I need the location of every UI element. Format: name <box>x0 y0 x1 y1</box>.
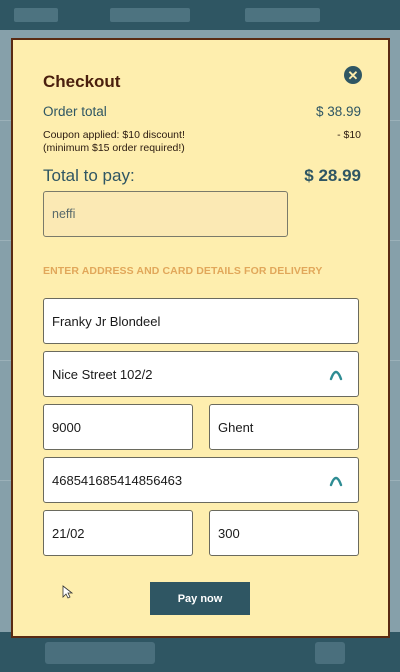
cvc-field[interactable] <box>209 510 359 556</box>
checkout-modal: Checkout ✕ Order total $ 38.99 Coupon ap… <box>11 38 390 638</box>
background-tab <box>245 8 320 22</box>
coupon-message-line2: (minimum $15 order required!) <box>43 142 185 154</box>
coupon-code-input[interactable] <box>43 191 288 237</box>
background-topbar <box>0 0 400 30</box>
mouse-cursor-icon <box>62 585 74 599</box>
order-total-row: Order total $ 38.99 <box>43 104 361 119</box>
modal-title: Checkout <box>43 72 121 91</box>
autofill-icon[interactable] <box>329 473 343 487</box>
close-button[interactable]: ✕ <box>344 66 362 84</box>
pay-now-button[interactable]: Pay now <box>150 582 250 615</box>
background-button <box>45 642 155 664</box>
close-icon: ✕ <box>347 67 359 83</box>
expiry-field[interactable] <box>43 510 193 556</box>
coupon-message-line1: Coupon applied: $10 discount! <box>43 129 185 141</box>
background-tab <box>14 8 58 22</box>
total-to-pay-value: $ 28.99 <box>304 166 361 185</box>
coupon-row: Coupon applied: $10 discount! (minimum $… <box>43 129 361 155</box>
background-button <box>315 642 345 664</box>
total-to-pay-label: Total to pay: <box>43 166 135 185</box>
name-field[interactable] <box>43 298 359 344</box>
postcode-field[interactable] <box>43 404 193 450</box>
delivery-section-heading: ENTER ADDRESS AND CARD DETAILS FOR DELIV… <box>43 265 323 277</box>
order-total-label: Order total <box>43 104 107 119</box>
order-total-value: $ 38.99 <box>315 104 361 119</box>
card-number-field[interactable] <box>43 457 359 503</box>
coupon-discount-value: - $10 <box>337 129 361 141</box>
coupon-message: Coupon applied: $10 discount! (minimum $… <box>43 129 185 155</box>
total-to-pay-row: Total to pay: $ 28.99 <box>43 166 361 186</box>
street-field[interactable] <box>43 351 359 397</box>
autofill-icon[interactable] <box>329 367 343 381</box>
background-tab <box>110 8 190 22</box>
city-field[interactable] <box>209 404 359 450</box>
